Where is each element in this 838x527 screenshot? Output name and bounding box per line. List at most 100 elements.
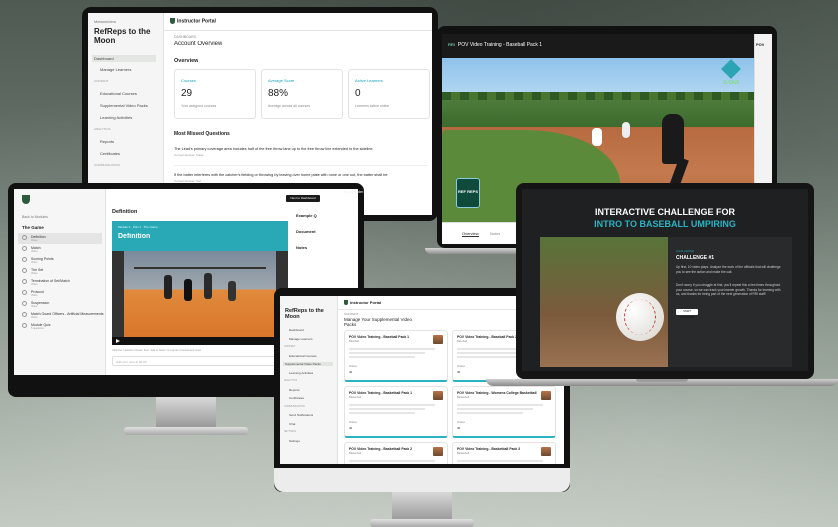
sidebar-item[interactable]: Manage Learners <box>100 67 131 72</box>
pack-description-line <box>349 356 415 358</box>
pack-title: POV Video Training - Basketball Pack 2 <box>349 447 413 451</box>
sidebar-item[interactable]: Send Notifications <box>289 413 313 417</box>
sidebar-item[interactable]: Educational Courses <box>100 91 137 96</box>
lesson-sub: 5 questions <box>31 327 44 330</box>
stat-label: Courses <box>181 78 196 83</box>
pack-sport: Basketball <box>349 396 361 399</box>
sidebar-item[interactable]: Chat <box>289 422 295 426</box>
pack-description-line <box>457 460 543 462</box>
slide-player[interactable]: Module 1 · Part 1 · The Game Definition <box>112 221 288 345</box>
question-3-tail: by a fielder. <box>344 189 365 194</box>
portal-header: Instructor Portal <box>170 18 216 24</box>
lesson-sub: Video <box>31 250 38 253</box>
course-logo-icon <box>22 195 30 204</box>
sidebar-section-heading: COMMUNICATION <box>284 404 305 408</box>
video-pack-card[interactable]: POV Video Training - Basketball Pack 3 Ba… <box>452 442 556 464</box>
pack-thumbnail <box>541 447 551 456</box>
sidebar-item[interactable]: Certificates <box>100 151 120 156</box>
challenge-title: CHALLENGE #1 <box>676 255 715 261</box>
breadcrumb: DASHBOARD <box>174 35 197 39</box>
slide-title: Definition <box>118 233 151 240</box>
right-panel-tab[interactable]: Example Q <box>296 213 317 218</box>
pack-thumbnail <box>433 447 443 456</box>
stat-label: Active Learners <box>355 78 383 83</box>
umpire-figure <box>662 114 684 164</box>
pack-title: POV Video Training - Basketball Pack 1 <box>349 391 413 395</box>
outs-badge: 1-Out <box>714 59 748 92</box>
lesson-sub: Video <box>31 261 38 264</box>
pack-thumbnail <box>433 335 443 344</box>
lesson-status-icon <box>22 235 27 240</box>
pack-sport: Baseball <box>457 340 467 343</box>
pack-description-line <box>457 408 533 410</box>
pack-title: POV Video Training - Basketball Pack 3 <box>457 447 521 451</box>
sidebar-section-heading: CONTENT <box>94 79 109 83</box>
challenge-screen: INTERACTIVE CHALLENGE FOR INTRO TO BASEB… <box>522 189 808 371</box>
stat-value: 88% <box>268 88 289 99</box>
sidebar-item[interactable]: Manage Learners <box>289 337 313 341</box>
play-icon[interactable] <box>116 339 120 343</box>
sidebar-section-heading: ANALYTICS <box>284 379 298 382</box>
sidebar-item[interactable]: Certificates <box>289 396 304 400</box>
stat-card-score[interactable]: Average Score 88% Average across all cou… <box>261 69 343 119</box>
video-pack-card[interactable]: POV Video Training - Womens College Bask… <box>452 386 556 438</box>
pack-description-line <box>349 412 415 414</box>
sidebar-section-heading: SETTINGS <box>284 430 296 433</box>
challenge-kicker: CHALLENGE <box>676 249 695 253</box>
challenge-heading-1: INTERACTIVE CHALLENGE FOR <box>594 207 735 217</box>
pack-stat-label: Videos <box>457 365 465 368</box>
notes-input[interactable]: Add your note at 00:00 <box>112 356 288 366</box>
section-title: Overview <box>174 58 199 64</box>
sidebar-item[interactable]: Dashboard <box>92 55 156 62</box>
caption-hint: Click the "Upload to Notes" then "Add to… <box>112 349 202 352</box>
page-title: Manage Your Supplemental Video Packs <box>344 317 412 327</box>
sidebar-item[interactable]: Dashboard <box>289 328 304 332</box>
start-challenge-button[interactable]: START CHALLENGE <box>676 309 698 319</box>
video-pack-card[interactable]: POV Video Training - Basketball Pack 2 Ba… <box>344 442 448 464</box>
right-panel-tab[interactable]: Notes <box>296 245 307 250</box>
lesson-sub: Video <box>31 239 38 242</box>
question-1: The Lead's primary coverage area include… <box>174 147 374 151</box>
sidebar-item[interactable]: Reports <box>100 139 114 144</box>
lesson-item[interactable]: Match Guard Officers - Artificial Measur… <box>31 312 104 316</box>
lesson-sub: Video <box>31 305 38 308</box>
lesson-status-icon <box>22 312 27 317</box>
org-name: Metaneiders <box>94 19 117 24</box>
pack-sport: Basketball <box>457 396 469 399</box>
next-button[interactable]: Next to Dashboard <box>286 195 320 202</box>
slide-breadcrumb: Module 1 · Part 1 · The Game <box>118 225 158 229</box>
pack-stat-value: 40 <box>457 426 461 430</box>
sidebar-item[interactable]: Educational Courses <box>289 354 317 358</box>
sidebar-item[interactable]: Supplemental Video Packs <box>283 362 333 366</box>
sidebar-item[interactable]: Settings <box>289 439 300 443</box>
shield-icon <box>344 300 348 306</box>
pack-description-line <box>349 348 435 350</box>
stat-card-courses[interactable]: Courses 29 Your assigned courses <box>174 69 256 119</box>
page-title: Account Overview <box>174 41 223 47</box>
sidebar-item[interactable]: Supplemental Video Packs <box>100 103 148 108</box>
lesson-status-icon <box>22 290 27 295</box>
question-2: If the batter interferes with the catche… <box>174 173 388 177</box>
breadcrumb: CONTENT <box>344 312 359 316</box>
right-panel-tab[interactable]: Document <box>296 229 316 234</box>
back-to-modules[interactable]: Back to Modules <box>22 215 48 219</box>
lesson-sub: Video <box>31 272 38 275</box>
pack-description-line <box>457 412 523 414</box>
video-pack-card[interactable]: POV Video Training - Basketball Pack 1 Ba… <box>344 386 448 438</box>
sidebar-item[interactable]: Reports <box>289 388 300 392</box>
sidebar-item[interactable]: Learning Activities <box>100 115 132 120</box>
portal-title: Instructor Portal <box>177 18 216 25</box>
lesson-status-icon <box>22 246 27 251</box>
stat-value: 0 <box>355 88 361 99</box>
sidebar-item[interactable]: Learning Activities <box>289 371 313 375</box>
missed-questions-title: Most Missed Questions <box>174 131 230 137</box>
tab-overview[interactable]: Overview <box>462 231 479 237</box>
pack-stat-value: 40 <box>349 370 353 374</box>
video-pack-card[interactable]: POV Video Training - Baseball Pack 1 Base… <box>344 330 448 382</box>
pack-description-line <box>349 408 425 410</box>
sidebar-section-heading: COMMUNICATION <box>94 163 120 167</box>
pack-stat-label: Videos <box>349 365 357 368</box>
pack-stat-value: 40 <box>457 370 461 374</box>
stat-card-learners[interactable]: Active Learners 0 Learners active online <box>348 69 430 119</box>
lesson-sub: Video <box>31 316 38 319</box>
